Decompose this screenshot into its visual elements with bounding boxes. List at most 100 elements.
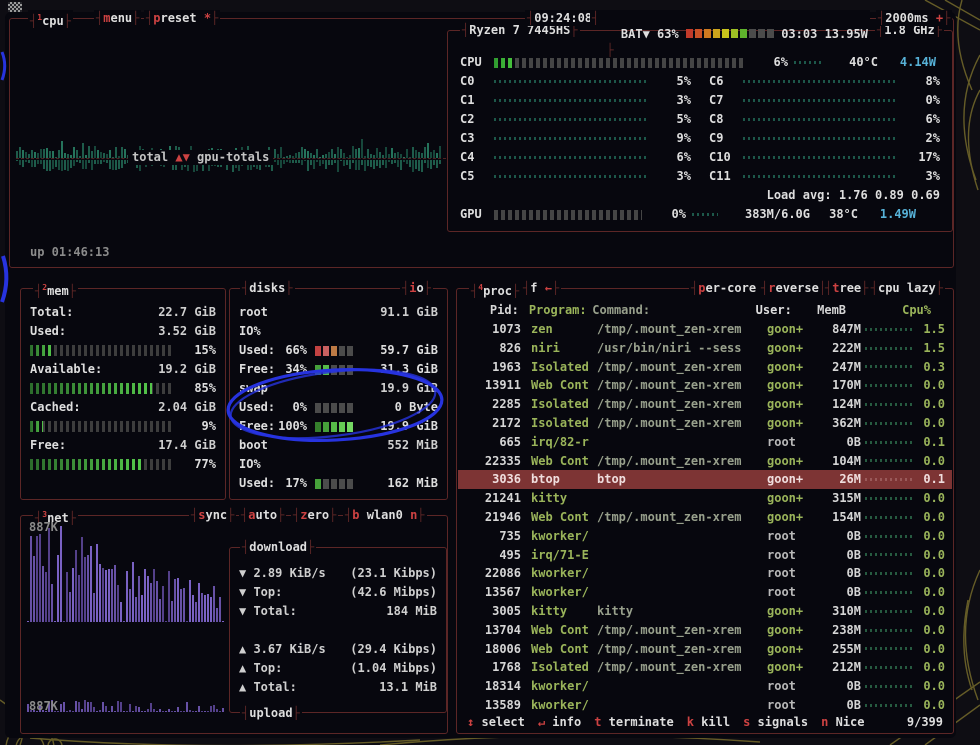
header-user: User:: [756, 301, 804, 320]
process-row[interactable]: 13704 Web Cont /tmp/.mount_zen-xrem goon…: [458, 621, 952, 640]
core-row: C13% C70%: [448, 91, 952, 110]
process-row[interactable]: 22335 Web Cont /tmp/.mount_zen-xrem goon…: [458, 452, 952, 471]
process-mem: 104M: [817, 452, 861, 471]
process-mem: 0B: [817, 433, 861, 452]
mem-box-title[interactable]: 2mem: [33, 280, 78, 296]
process-row[interactable]: 2285 Isolated /tmp/.mount_zen-xrem goon+…: [458, 395, 952, 414]
select-action[interactable]: ↕ select: [467, 714, 525, 731]
process-mem: 0B: [817, 583, 861, 602]
io-toggle[interactable]: io: [400, 280, 433, 296]
process-list: 1073 zen /tmp/.mount_zen-xrem goon+ 847M…: [458, 320, 952, 715]
core-graph: [743, 137, 896, 140]
battery-percent: 63%: [657, 27, 679, 41]
gpu-power: 1.49W: [858, 205, 916, 224]
process-program: Isolated: [531, 395, 597, 414]
nice-action[interactable]: n Nice: [821, 714, 864, 731]
process-command: /usr/bin/niri --sess: [597, 339, 767, 358]
process-cpu-graph: [865, 610, 915, 613]
process-row[interactable]: 826 niri /usr/bin/niri --sess goon+ 222M…: [458, 339, 952, 358]
process-command: /tmp/.mount_zen-xrem: [597, 621, 767, 640]
filter-arrow-icon: ←: [545, 281, 552, 295]
auto-toggle[interactable]: auto: [239, 507, 286, 523]
process-mem: 238M: [817, 621, 861, 640]
process-row[interactable]: 18006 Web Cont /tmp/.mount_zen-xrem goon…: [458, 640, 952, 659]
process-cpu-graph: [865, 459, 915, 462]
signals-action[interactable]: s signals: [743, 714, 808, 731]
core-graph: [743, 80, 896, 83]
core-graph: [743, 118, 896, 121]
process-row[interactable]: 1073 zen /tmp/.mount_zen-xrem goon+ 847M…: [458, 320, 952, 339]
process-user: goon+: [767, 489, 817, 508]
battery-time: 03:03: [781, 27, 817, 41]
process-row[interactable]: 13911 Web Cont /tmp/.mount_zen-xrem goon…: [458, 376, 952, 395]
process-mem: 0B: [817, 546, 861, 565]
gpu-meter: [494, 210, 642, 220]
terminate-action[interactable]: t terminate: [594, 714, 674, 731]
preset-button[interactable]: preset *: [144, 10, 220, 26]
upload-scale: 887K: [29, 699, 58, 713]
sort-indicator[interactable]: cpu lazy: [869, 280, 945, 296]
disks-box-title[interactable]: disks: [240, 280, 295, 296]
mem-available-bar: [30, 383, 174, 394]
info-action[interactable]: ↵ info: [538, 714, 581, 731]
process-row[interactable]: 18314 kworker/ root 0B 0.0: [458, 677, 952, 696]
next-interface-key[interactable]: n: [410, 508, 417, 522]
gpu-memory: 383M/6.0G: [724, 205, 810, 224]
proc-box-title[interactable]: 4proc: [469, 280, 521, 296]
sync-toggle[interactable]: sync: [189, 507, 236, 523]
process-row[interactable]: 21241 kitty goon+ 315M 0.0: [458, 489, 952, 508]
process-row[interactable]: 735 kworker/ root 0B 0.0: [458, 527, 952, 546]
process-row[interactable]: 1963 Isolated /tmp/.mount_zen-xrem goon+…: [458, 358, 952, 377]
process-program: Isolated: [531, 358, 597, 377]
toggle-per-core[interactable]: per-core: [689, 280, 765, 296]
process-cpu-graph: [865, 347, 915, 350]
process-row[interactable]: 665 irq/82-r root 0B 0.1: [458, 433, 952, 452]
upload-speed-row: ▲ 3.67 KiB/s(29.4 Kibps): [239, 640, 437, 659]
process-pid: 1963: [465, 358, 521, 377]
disk-root-io-row: IO%: [239, 322, 438, 341]
process-user: root: [767, 527, 817, 546]
process-row[interactable]: 3036 btop btop goon+ 26M 0.1: [458, 470, 952, 489]
disk-root-free-meter: [315, 365, 353, 375]
process-mem: 315M: [817, 489, 861, 508]
process-program: Isolated: [531, 658, 597, 677]
filter-control[interactable]: f ←: [521, 280, 561, 296]
process-user: root: [767, 564, 817, 583]
refresh-increase-key[interactable]: +: [936, 11, 943, 25]
process-row[interactable]: 2172 Isolated /tmp/.mount_zen-xrem goon+…: [458, 414, 952, 433]
process-program: irq/71-E: [531, 546, 597, 565]
cpu-graph-mode-label[interactable]: total ▲▼ gpu-totals: [128, 150, 273, 165]
process-program: irq/82-r: [531, 433, 597, 452]
mem-total-row: Total:22.7 GiB: [30, 303, 216, 322]
cpu-temp: 40°C: [830, 53, 878, 72]
process-mem: 247M: [817, 358, 861, 377]
toggle-reverse[interactable]: reverse: [759, 280, 828, 296]
process-row[interactable]: 21946 Web Cont /tmp/.mount_zen-xrem goon…: [458, 508, 952, 527]
refresh-rate-control[interactable]: 2000ms +: [876, 10, 952, 26]
kill-action[interactable]: k kill: [687, 714, 730, 731]
interface-switcher[interactable]: b wlan0 n: [343, 507, 427, 523]
menu-button[interactable]: menu: [94, 10, 141, 26]
process-cpu-pct: 0.0: [919, 677, 945, 696]
process-row[interactable]: 1768 Isolated /tmp/.mount_zen-xrem goon+…: [458, 658, 952, 677]
core-graph: [494, 175, 647, 178]
zero-toggle[interactable]: zero: [291, 507, 338, 523]
process-row[interactable]: 13589 kworker/ root 0B 0.0: [458, 696, 952, 715]
process-pid: 18314: [465, 677, 521, 696]
cpu-box-title[interactable]: 1cpu: [28, 10, 73, 26]
proc-header-row: Pid: Program: Command: User: MemB Cpu%: [458, 301, 952, 320]
process-row[interactable]: 13567 kworker/ root 0B 0.0: [458, 583, 952, 602]
process-row[interactable]: 3005 kitty kitty goon+ 310M 0.0: [458, 602, 952, 621]
process-row[interactable]: 495 irq/71-E root 0B 0.0: [458, 546, 952, 565]
refresh-rate-value: 2000ms: [885, 11, 928, 25]
process-program: Web Cont: [531, 621, 597, 640]
process-cpu-pct: 0.0: [919, 452, 945, 471]
proc-footer: ↕ select ↵ info t terminate k kill s sig…: [467, 714, 943, 731]
process-mem: 0B: [817, 527, 861, 546]
process-user: root: [767, 433, 817, 452]
disk-boot-io-row: IO%: [239, 455, 438, 474]
cpu-core-panel: Ryzen 7 7445HS 1.8 GHz CPU 6% 40°C 4.14W…: [447, 30, 953, 232]
process-cpu-graph: [865, 535, 915, 538]
toggle-tree[interactable]: tree: [823, 280, 870, 296]
process-row[interactable]: 22086 kworker/ root 0B 0.0: [458, 564, 952, 583]
